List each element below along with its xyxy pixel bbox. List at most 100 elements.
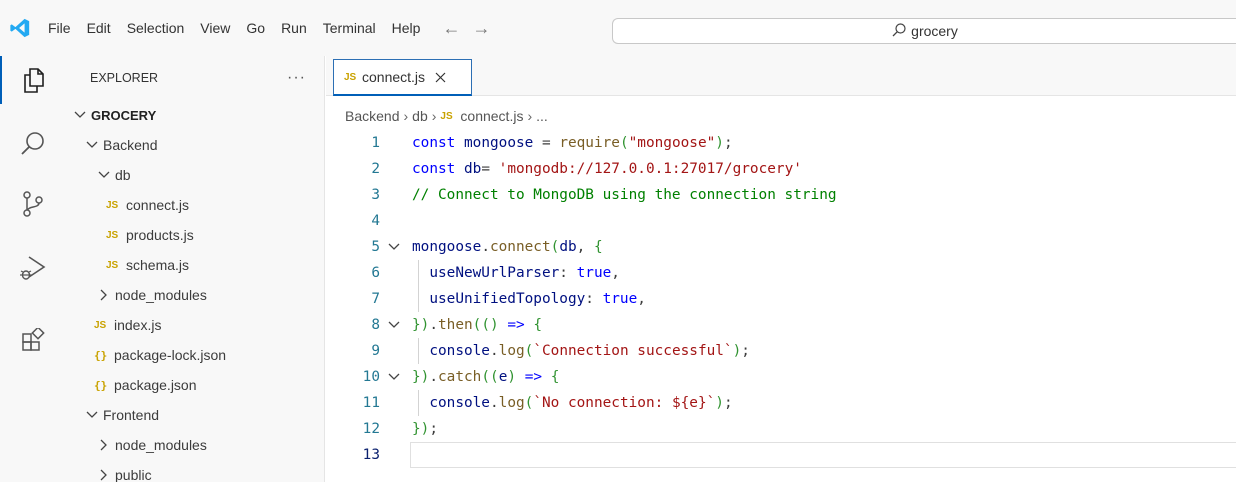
breadcrumb-symbols[interactable]: ... — [536, 108, 548, 124]
menu-run[interactable]: Run — [273, 0, 315, 56]
line-number: 7 — [371, 291, 380, 307]
line-number: 1 — [371, 135, 380, 151]
tree-label: package.json — [114, 377, 197, 393]
code-line[interactable]: 9 console.log(`Connection successful`); — [326, 338, 1236, 364]
more-actions-icon[interactable]: ··· — [287, 69, 306, 87]
code-line[interactable]: 1 const mongoose = require("mongoose"); — [326, 130, 1236, 156]
menu-view[interactable]: View — [192, 0, 238, 56]
tree-label: node_modules — [115, 437, 207, 453]
arrow-right-icon[interactable]: → — [466, 0, 496, 56]
line-number: 4 — [371, 213, 380, 229]
explorer-icon[interactable] — [0, 56, 66, 104]
chevron-right-icon — [96, 469, 112, 481]
chevron-right-icon — [96, 439, 112, 451]
tab-label: connect.js — [362, 69, 426, 85]
command-center-search[interactable]: grocery — [612, 18, 1236, 44]
menu-terminal[interactable]: Terminal — [315, 0, 384, 56]
code-text: const mongoose = require("mongoose"); — [412, 135, 733, 151]
code-editor[interactable]: 1 const mongoose = require("mongoose"); 2 c… — [326, 130, 1236, 482]
tree-file-connect[interactable]: JS connect.js — [66, 190, 324, 220]
js-file-icon: JS — [106, 199, 119, 211]
menu-edit[interactable]: Edit — [79, 0, 119, 56]
code-text: useUnifiedTopology: true, — [429, 291, 646, 307]
code-text: mongoose.connect(db, { — [412, 239, 603, 255]
code-text: }).then(() => { — [412, 317, 543, 333]
chevron-right-icon — [96, 289, 112, 301]
json-file-icon: {} — [94, 378, 108, 392]
tree-label: package-lock.json — [114, 347, 227, 363]
arrow-left-icon[interactable]: ← — [436, 0, 466, 56]
code-line[interactable]: 8}).then(() => { — [326, 312, 1236, 338]
search-icon — [891, 22, 911, 41]
breadcrumb-backend[interactable]: Backend — [345, 108, 399, 124]
tree-folder-grocery[interactable]: GROCERY — [66, 100, 324, 130]
line-number: 6 — [371, 265, 380, 281]
chevron-down-icon — [84, 141, 100, 149]
tree-folder-backend[interactable]: Backend — [66, 130, 324, 160]
menu-go[interactable]: Go — [238, 0, 273, 56]
menu-file[interactable]: File — [40, 0, 79, 56]
tree-folder-frontend-node-modules[interactable]: node_modules — [66, 430, 324, 460]
fold-chevron-icon[interactable] — [388, 318, 400, 333]
code-line[interactable]: 7 useUnifiedTopology: true, — [326, 286, 1236, 312]
js-file-icon: JS — [344, 71, 357, 83]
command-center-text: grocery — [911, 23, 958, 39]
title-bar: File Edit Selection View Go Run Terminal… — [0, 0, 1236, 56]
code-text: // Connect to MongoDB using the connecti… — [412, 187, 837, 203]
line-number: 11 — [362, 395, 380, 411]
line-number: 13 — [362, 447, 380, 463]
chevron-right-icon: › — [527, 108, 533, 124]
js-file-icon: JS — [106, 229, 119, 241]
code-line[interactable]: 12}); — [326, 416, 1236, 442]
tree-label: db — [115, 167, 131, 183]
js-file-icon: JS — [106, 259, 119, 271]
close-icon[interactable] — [435, 72, 446, 83]
chevron-down-icon — [96, 171, 112, 179]
tab-connect-js[interactable]: JS connect.js — [333, 59, 472, 96]
fold-chevron-icon[interactable] — [388, 370, 400, 385]
menu-help[interactable]: Help — [384, 0, 429, 56]
run-debug-icon[interactable] — [0, 244, 66, 292]
breadcrumb-file[interactable]: connect.js — [460, 108, 523, 124]
line-number: 3 — [371, 187, 380, 203]
code-line[interactable]: 6 useNewUrlParser: true, — [326, 260, 1236, 286]
tree-file-schema[interactable]: JS schema.js — [66, 250, 324, 280]
extensions-icon[interactable] — [0, 316, 66, 364]
fold-chevron-icon[interactable] — [388, 240, 400, 255]
breadcrumb-db[interactable]: db — [412, 108, 428, 124]
tree-folder-public[interactable]: public — [66, 460, 324, 482]
code-text: console.log(`Connection successful`); — [429, 343, 750, 359]
line-number: 9 — [371, 343, 380, 359]
code-line[interactable]: 11 console.log(`No connection: ${e}`); — [326, 390, 1236, 416]
code-line[interactable]: 2 const db= 'mongodb://127.0.0.1:27017/gr… — [326, 156, 1236, 182]
tree-label: Frontend — [103, 407, 160, 423]
code-line[interactable]: 10 }).catch((e) => { — [326, 364, 1236, 390]
chevron-down-icon — [72, 111, 88, 119]
line-number: 5 — [371, 239, 380, 255]
breadcrumb: Backend › db › JS connect.js › ... — [326, 104, 548, 128]
tree-label: public — [115, 467, 152, 482]
line-number: 10 — [362, 369, 380, 385]
search-icon[interactable] — [0, 120, 66, 168]
code-text: }).catch((e) => { — [412, 369, 560, 385]
code-line[interactable]: 3 // Connect to MongoDB using the connect… — [326, 182, 1236, 208]
code-line[interactable]: 5 mongoose.connect(db, { — [326, 234, 1236, 260]
tree-file-package-lock[interactable]: {} package-lock.json — [66, 340, 324, 370]
tree-label: node_modules — [115, 287, 207, 303]
tree-label: Backend — [103, 137, 158, 153]
code-text: const db= 'mongodb://127.0.0.1:27017/gro… — [412, 161, 802, 177]
code-line[interactable]: 4 — [326, 208, 1236, 234]
tree-file-index[interactable]: JS index.js — [66, 310, 324, 340]
menu-selection[interactable]: Selection — [119, 0, 193, 56]
tree-folder-db[interactable]: db — [66, 160, 324, 190]
tree-folder-node-modules[interactable]: node_modules — [66, 280, 324, 310]
tree-file-package[interactable]: {} package.json — [66, 370, 324, 400]
code-line[interactable]: 13 — [326, 442, 1236, 468]
line-number: 12 — [362, 421, 380, 437]
tree-label: index.js — [114, 317, 162, 333]
tree-file-products[interactable]: JS products.js — [66, 220, 324, 250]
editor-tab-bar: JS connect.js — [326, 56, 1236, 96]
source-control-icon[interactable] — [0, 180, 66, 228]
chevron-right-icon: › — [431, 108, 437, 124]
tree-folder-frontend[interactable]: Frontend — [66, 400, 324, 430]
